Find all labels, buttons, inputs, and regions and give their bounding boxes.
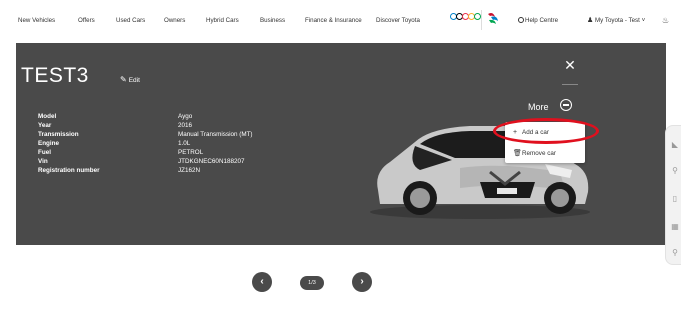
nav-finance-insurance[interactable]: Finance & Insurance <box>305 0 362 42</box>
account-label: My Toyota - Test <box>595 17 640 24</box>
spec-label: Vin <box>38 158 48 165</box>
olympic-rings-logo <box>450 13 481 20</box>
spec-label: Model <box>38 113 57 120</box>
user-icon: ♟ <box>587 17 594 24</box>
spec-label: Year <box>38 122 52 129</box>
remove-car-label: Remove car <box>522 150 556 157</box>
notification-bell-icon[interactable]: ♨ <box>662 0 669 42</box>
previous-button[interactable]: ‹ <box>252 272 272 292</box>
document-icon[interactable]: ▯ <box>670 194 680 204</box>
pencil-icon: ✎ <box>120 75 127 84</box>
page-counter: 1/3 <box>300 276 324 290</box>
chevron-left-icon: ‹ <box>260 276 264 287</box>
location-pin-icon[interactable]: ⚲ <box>670 166 680 176</box>
top-navigation: New Vehicles Offers Used Cars Owners Hyb… <box>0 0 681 42</box>
help-icon <box>518 17 524 24</box>
calendar-icon[interactable]: ▦ <box>670 222 680 232</box>
wrench-icon[interactable]: ⚲ <box>670 248 680 258</box>
nav-used-cars[interactable]: Used Cars <box>116 0 145 42</box>
spec-value: 2016 <box>178 122 193 129</box>
trash-icon: 🗑 <box>513 150 522 157</box>
minus-circle-icon[interactable] <box>560 99 572 111</box>
spec-label: Engine <box>38 140 59 147</box>
spec-value: JTDKGNEC60N188207 <box>178 158 245 165</box>
side-toolbar: ◣ ⚲ ▯ ▦ ⚲ <box>665 125 681 265</box>
account-menu[interactable]: ♟ My Toyota - Test ˅ <box>587 0 645 42</box>
spec-label: Registration number <box>38 167 100 174</box>
close-icon[interactable]: ✕ <box>562 57 578 74</box>
nav-new-vehicles[interactable]: New Vehicles <box>18 0 55 42</box>
next-button[interactable]: › <box>352 272 372 292</box>
chevron-down-icon: ˅ <box>641 17 646 24</box>
car-icon[interactable]: ◣ <box>670 140 680 150</box>
help-centre-label: Help Centre <box>525 17 559 24</box>
close-underline <box>562 84 578 85</box>
spec-value: Manual Transmission (MT) <box>178 131 253 138</box>
edit-label: Edit <box>128 77 140 84</box>
nav-business[interactable]: Business <box>260 0 285 42</box>
vehicle-title: TEST3 <box>21 64 89 87</box>
chevron-right-icon: › <box>360 276 364 287</box>
spec-value: PETROL <box>178 149 204 156</box>
spec-label: Transmission <box>38 131 79 138</box>
nav-hybrid-cars[interactable]: Hybrid Cars <box>206 0 239 42</box>
spec-value: Aygo <box>178 113 193 120</box>
paralympic-logo <box>488 13 498 24</box>
nav-owners[interactable]: Owners <box>164 0 185 42</box>
nav-discover-toyota[interactable]: Discover Toyota <box>376 0 420 42</box>
nav-offers[interactable]: Offers <box>78 0 95 42</box>
spec-value: 1.0L <box>178 140 191 147</box>
spec-label: Fuel <box>38 149 51 156</box>
nav-divider <box>481 10 482 30</box>
help-centre-link[interactable]: Help Centre <box>518 0 558 42</box>
remove-car-menu-item[interactable]: 🗑Remove car <box>513 149 556 157</box>
annotation-highlight-ellipse <box>493 118 599 144</box>
edit-link[interactable]: ✎ Edit <box>120 75 140 84</box>
spec-value: JZ162N <box>178 167 201 174</box>
more-button[interactable]: More <box>528 102 549 112</box>
